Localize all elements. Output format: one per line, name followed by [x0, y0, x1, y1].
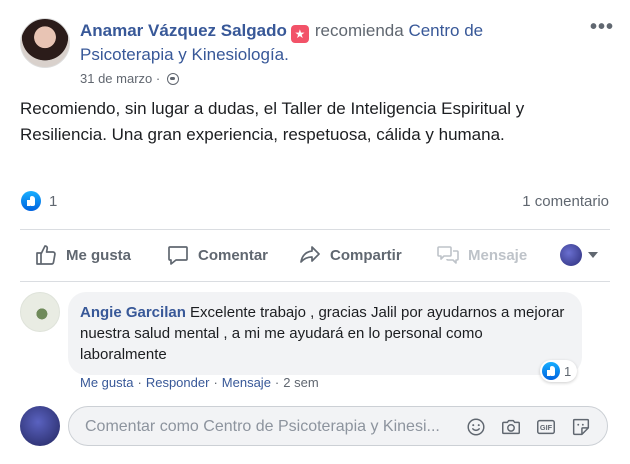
camera-icon[interactable] [500, 416, 522, 438]
recommend-text: recomienda [314, 21, 404, 40]
recommendation-star-icon: ★ [290, 25, 309, 43]
emoji-icon[interactable] [465, 416, 487, 438]
gif-icon[interactable]: GIF [535, 416, 557, 438]
reaction-summary[interactable]: 1 [21, 191, 57, 211]
comment-label: Comentar [198, 246, 269, 264]
message-button[interactable]: Mensaje [436, 236, 527, 274]
author-avatar[interactable] [20, 18, 70, 68]
message-bubbles-icon [437, 246, 459, 264]
more-options-button[interactable]: ••• [590, 16, 614, 39]
message-label: Mensaje [468, 246, 528, 264]
divider [20, 281, 610, 282]
comment-count-link[interactable]: 1 comentario [522, 193, 609, 210]
thumbs-up-icon [36, 245, 56, 265]
post-card: Anamar Vázquez Salgado ★ recomienda Centro… [0, 0, 630, 464]
share-button[interactable]: Compartir [298, 236, 402, 274]
author-name[interactable]: Anamar Vázquez Salgado [80, 21, 287, 40]
like-button[interactable]: Me gusta [34, 236, 131, 274]
like-reaction-icon [21, 191, 41, 211]
comment-input[interactable] [85, 416, 455, 438]
separator: · [213, 375, 218, 390]
share-arrow-icon [300, 246, 320, 263]
comment-reaction-badge[interactable]: 1 [540, 360, 578, 382]
speech-bubble-icon [168, 246, 188, 265]
comment-bubble: Angie Garcilan Excelente trabajo , graci… [68, 292, 582, 375]
post-header-line: Anamar Vázquez Salgado ★ recomienda Centro… [80, 19, 580, 67]
divider [20, 229, 610, 230]
page-avatar [560, 244, 582, 266]
globe-icon[interactable] [166, 73, 179, 85]
comment-timestamp[interactable]: 2 sem [283, 375, 318, 390]
separator: · [137, 375, 142, 390]
comment-like-count: 1 [564, 363, 572, 379]
page-identity-switcher[interactable] [560, 236, 598, 274]
share-label: Compartir [330, 246, 402, 264]
comment-author[interactable]: Angie Garcilan [80, 304, 186, 321]
post-body: Recomiendo, sin lugar a dudas, el Taller… [20, 99, 525, 144]
comment-button[interactable]: Comentar [166, 236, 268, 274]
separator: · [274, 375, 280, 390]
comment-message-link[interactable]: Mensaje [222, 375, 271, 390]
post-meta: 31 de marzo · [80, 71, 179, 87]
commenter-avatar[interactable] [20, 292, 60, 332]
sticker-icon[interactable] [570, 416, 592, 438]
comment-like-link[interactable]: Me gusta [80, 375, 133, 390]
comment-reply-link[interactable]: Responder [146, 375, 210, 390]
action-bar: Me gusta Comentar Compartir Mensaje [20, 236, 610, 274]
comment-composer: GIF [68, 406, 608, 446]
reaction-count: 1 [49, 192, 58, 210]
comment-actions: Me gusta · Responder · Mensaje · 2 sem [80, 374, 319, 392]
post-date[interactable]: 31 de marzo [80, 71, 152, 86]
svg-text:GIF: GIF [540, 423, 553, 432]
meta-separator: · [155, 71, 161, 86]
like-reaction-icon [542, 362, 560, 380]
like-label: Me gusta [66, 246, 132, 264]
caret-down-icon [588, 252, 598, 258]
current-page-avatar [20, 406, 60, 446]
